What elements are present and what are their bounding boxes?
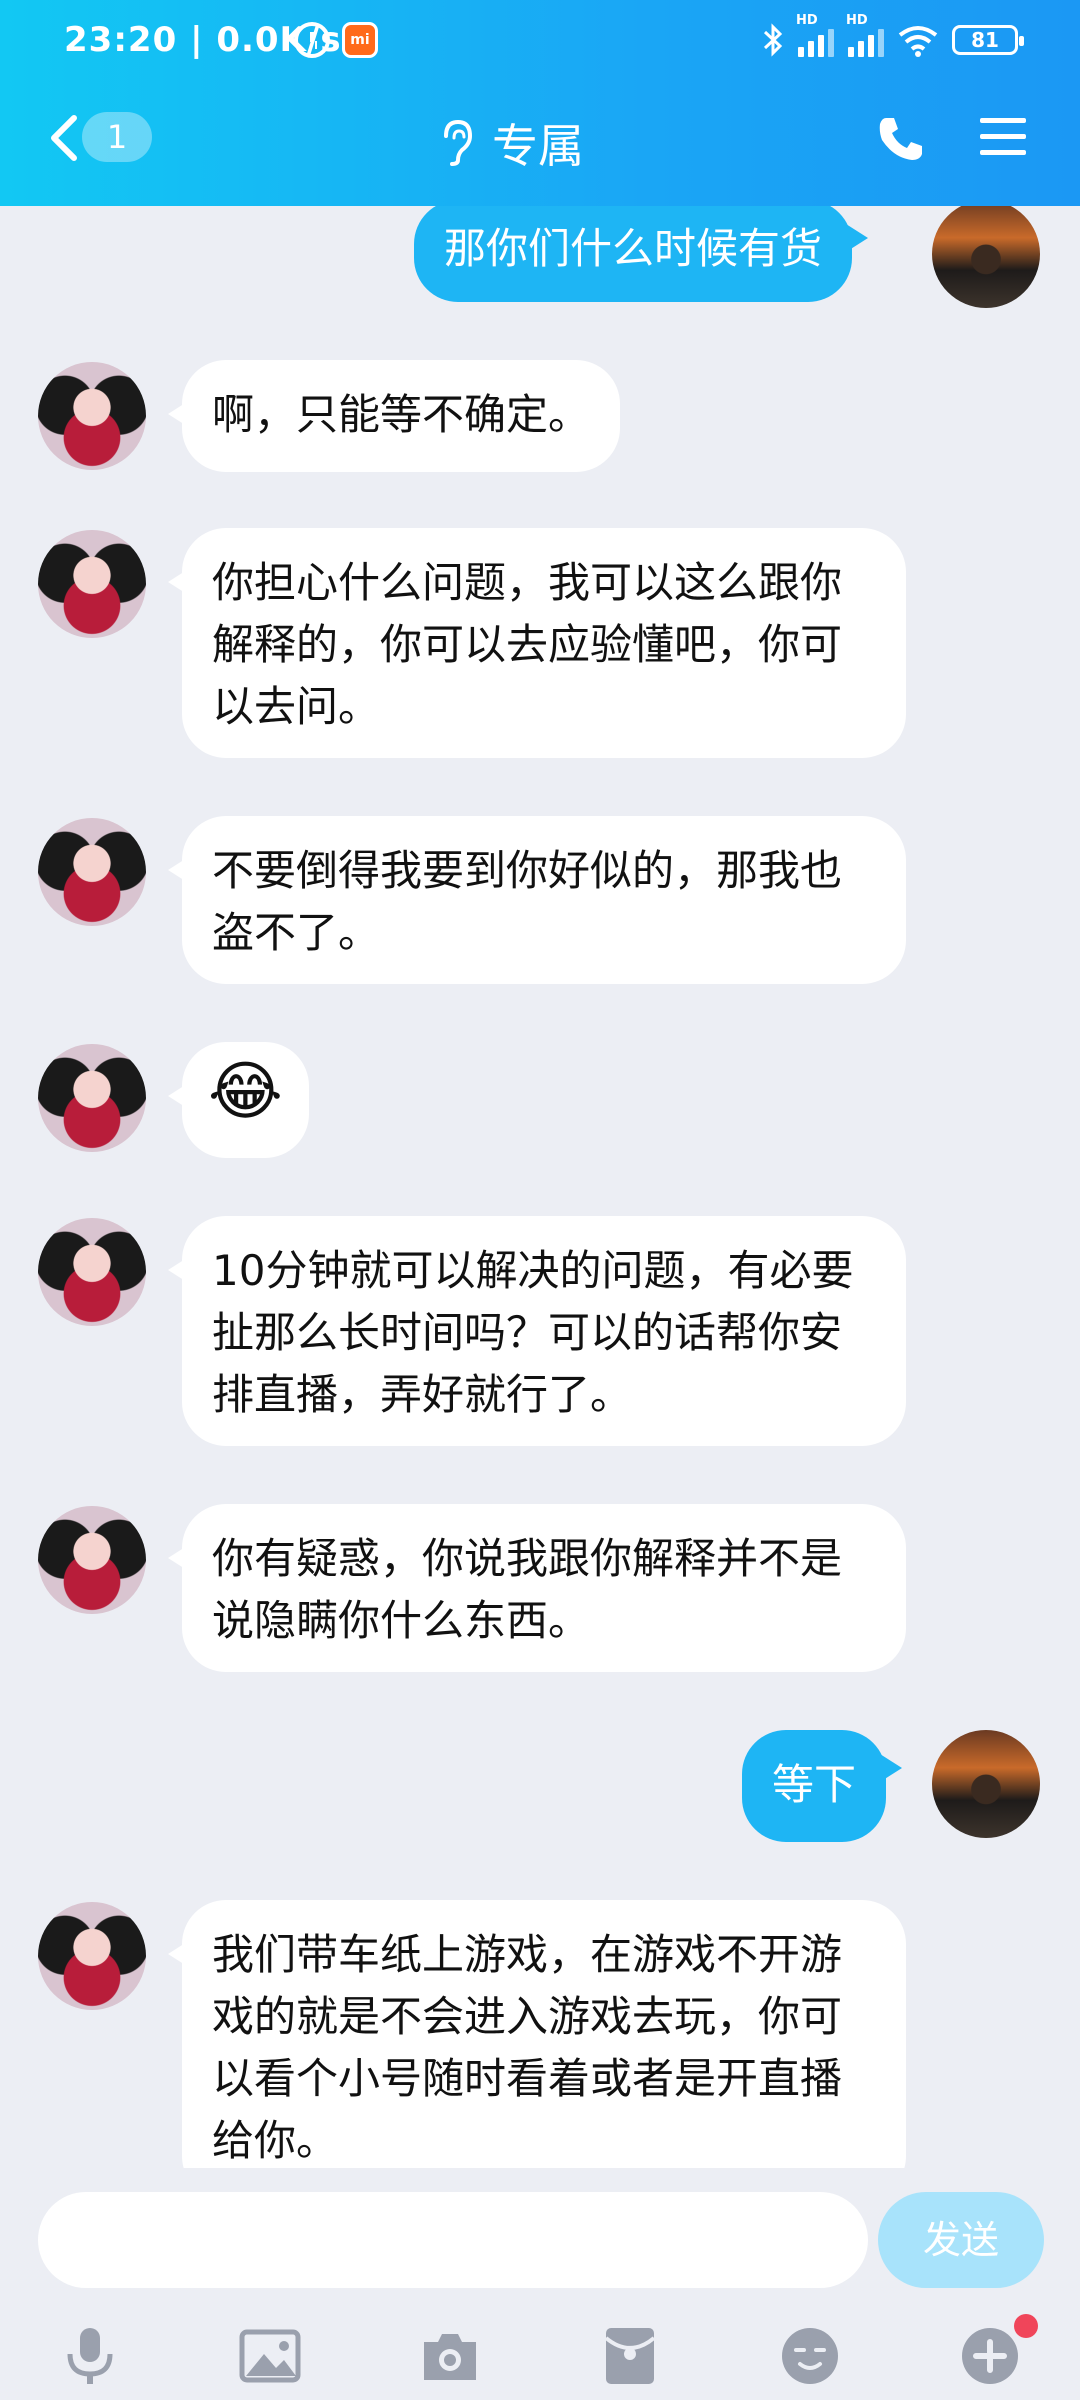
ear-icon [444, 119, 473, 166]
message-bubble-emoji[interactable]: 😂 [168, 1042, 309, 1158]
notification-dot [1014, 2314, 1038, 2338]
wifi-icon [898, 26, 938, 57]
more-plus-icon[interactable] [958, 2324, 1022, 2388]
alarm-icon [294, 22, 330, 58]
image-picker-icon[interactable] [238, 2324, 302, 2388]
my-avatar[interactable] [932, 206, 1040, 308]
message-bubble-received[interactable]: 你有疑惑，你说我跟你解释并不是说隐瞒你什么东西。 [168, 1504, 906, 1672]
message-list[interactable]: 那你们什么时候有货 啊，只能等不确定。 你担心什么问题，我可以这么跟你解释的，你… [0, 206, 1080, 2168]
message-bubble-received[interactable]: 不要倒得我要到你好似的，那我也盗不了。 [168, 816, 906, 984]
contact-avatar[interactable] [38, 530, 146, 638]
bluetooth-icon [763, 23, 783, 57]
contact-avatar[interactable] [38, 362, 146, 470]
composer-toolbar [0, 2312, 1080, 2392]
unread-count-badge[interactable]: 1 [82, 112, 152, 162]
message-bubble-received[interactable]: 我们带车纸上游戏，在游戏不开游戏的就是不会进入游戏去玩，你可以看个小号随时看着或… [168, 1900, 906, 2168]
red-packet-icon[interactable] [598, 2324, 662, 2388]
navigation-bar: 1 专属 [0, 96, 1080, 182]
message-bubble-sent[interactable]: 等下 [742, 1730, 903, 1842]
message-bubble-received[interactable]: 10分钟就可以解决的问题，有必要扯那么长时间吗？可以的话帮你安排直播，弄好就行了… [168, 1216, 906, 1446]
message-bubble-received[interactable]: 你担心什么问题，我可以这么跟你解释的，你可以去应验懂吧，你可以去问。 [168, 528, 906, 758]
page-title: 专属 [492, 119, 584, 173]
contact-avatar[interactable] [38, 1902, 146, 2010]
message-bubble-received[interactable]: 啊，只能等不确定。 [167, 360, 621, 472]
mi-app-icon: mi [342, 22, 378, 58]
emoji-icon[interactable] [778, 2324, 842, 2388]
message-bubble-sent[interactable]: 那你们什么时候有货 [414, 206, 869, 302]
send-button[interactable]: 发送 [878, 2192, 1044, 2288]
contact-avatar[interactable] [38, 1506, 146, 1614]
status-right-icons: HD HD 81 [762, 13, 1024, 62]
signal-icon-2: HD [846, 13, 884, 57]
contact-avatar[interactable] [38, 1218, 146, 1326]
message-input[interactable] [38, 2192, 868, 2288]
my-avatar[interactable] [932, 1730, 1040, 1838]
camera-icon[interactable] [418, 2324, 482, 2388]
menu-icon[interactable] [978, 112, 1028, 162]
status-bar: 23:20 | 0.0K/s mi HD HD 81 [0, 0, 1080, 84]
contact-avatar[interactable] [38, 1044, 146, 1152]
voice-mic-icon[interactable] [58, 2324, 122, 2388]
composer-bar: 发送 [0, 2168, 1080, 2400]
battery-icon: 81 [952, 25, 1024, 55]
contact-avatar[interactable] [38, 818, 146, 926]
signal-icon-1: HD [796, 13, 834, 57]
phone-call-icon[interactable] [876, 114, 926, 164]
chat-header: 23:20 | 0.0K/s mi HD HD 81 1 专属 [0, 0, 1080, 206]
